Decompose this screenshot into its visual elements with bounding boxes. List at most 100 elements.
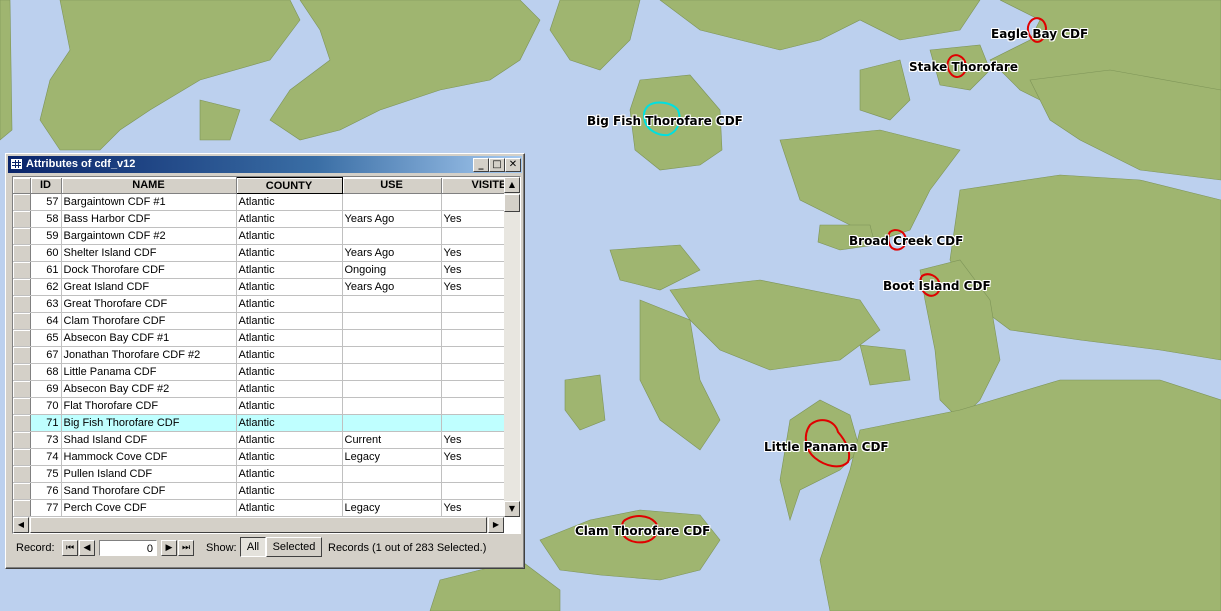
table-row[interactable]: 65 Absecon Bay CDF #1 Atlantic: [13, 329, 508, 347]
cell-visited[interactable]: Yes: [441, 244, 508, 262]
table-row[interactable]: 67 Jonathan Thorofare CDF #2 Atlantic: [13, 346, 508, 364]
cell-id[interactable]: 70: [30, 397, 62, 415]
scroll-left-arrow-icon[interactable]: ◀: [13, 517, 29, 533]
row-selector[interactable]: [13, 465, 31, 483]
cell-county[interactable]: Atlantic: [236, 363, 343, 381]
cell-visited[interactable]: [441, 295, 508, 313]
cell-visited[interactable]: Yes: [441, 278, 508, 296]
close-button[interactable]: ✕: [505, 158, 521, 172]
cell-name[interactable]: Shelter Island CDF: [61, 244, 237, 262]
cell-use[interactable]: [342, 414, 442, 432]
table-row[interactable]: 74 Hammock Cove CDF Atlantic Legacy Yes: [13, 448, 508, 466]
cell-county[interactable]: Atlantic: [236, 244, 343, 262]
row-selector[interactable]: [13, 295, 31, 313]
table-row[interactable]: 62 Great Island CDF Atlantic Years Ago Yes: [13, 278, 508, 296]
cell-use[interactable]: [342, 193, 442, 211]
row-selector[interactable]: [13, 227, 31, 245]
cell-visited[interactable]: Yes: [441, 261, 508, 279]
cell-id[interactable]: 75: [30, 465, 62, 483]
cell-id[interactable]: 60: [30, 244, 62, 262]
cell-name[interactable]: Bass Harbor CDF: [61, 210, 237, 228]
row-selector[interactable]: [13, 414, 31, 432]
cell-id[interactable]: 61: [30, 261, 62, 279]
cell-id[interactable]: 62: [30, 278, 62, 296]
last-record-icon[interactable]: ⏭: [178, 540, 194, 556]
scroll-up-arrow-icon[interactable]: ▲: [504, 177, 520, 193]
column-header-name[interactable]: NAME: [61, 177, 237, 194]
column-header-id[interactable]: ID: [30, 177, 62, 194]
cell-use[interactable]: [342, 295, 442, 313]
cell-name[interactable]: Hammock Cove CDF: [61, 448, 237, 466]
cell-name[interactable]: Little Panama CDF: [61, 363, 237, 381]
cell-visited[interactable]: [441, 380, 508, 398]
vertical-scrollbar[interactable]: ▲ ▼: [504, 177, 520, 517]
cell-county[interactable]: Atlantic: [236, 295, 343, 313]
cell-id[interactable]: 76: [30, 482, 62, 500]
cell-use[interactable]: [342, 346, 442, 364]
cell-use[interactable]: [342, 363, 442, 381]
row-selector[interactable]: [13, 431, 31, 449]
row-selector[interactable]: [13, 193, 31, 211]
cell-visited[interactable]: Yes: [441, 210, 508, 228]
cell-visited[interactable]: [441, 329, 508, 347]
cell-county[interactable]: Atlantic: [236, 261, 343, 279]
cell-id[interactable]: 67: [30, 346, 62, 364]
cell-id[interactable]: 71: [30, 414, 62, 432]
cell-visited[interactable]: [441, 397, 508, 415]
first-record-icon[interactable]: ⏮: [62, 540, 78, 556]
cell-use[interactable]: [342, 312, 442, 330]
row-selector[interactable]: [13, 397, 31, 415]
cell-county[interactable]: Atlantic: [236, 380, 343, 398]
horizontal-scrollbar[interactable]: ◀ ▶: [13, 517, 504, 533]
cell-name[interactable]: Flat Thorofare CDF: [61, 397, 237, 415]
cell-use[interactable]: Years Ago: [342, 210, 442, 228]
cell-county[interactable]: Atlantic: [236, 346, 343, 364]
row-selector[interactable]: [13, 482, 31, 500]
cell-use[interactable]: Ongoing: [342, 261, 442, 279]
window-titlebar[interactable]: Attributes of cdf_v12 _ □ ✕: [8, 156, 522, 173]
record-number-input[interactable]: 0: [99, 540, 157, 556]
cell-id[interactable]: 69: [30, 380, 62, 398]
table-row[interactable]: 77 Perch Cove CDF Atlantic Legacy Yes: [13, 499, 508, 517]
row-selector[interactable]: [13, 448, 31, 466]
cell-use[interactable]: [342, 465, 442, 483]
row-selector[interactable]: [13, 363, 31, 381]
table-row[interactable]: 64 Clam Thorofare CDF Atlantic: [13, 312, 508, 330]
table-row[interactable]: 68 Little Panama CDF Atlantic: [13, 363, 508, 381]
cell-visited[interactable]: [441, 312, 508, 330]
cell-id[interactable]: 59: [30, 227, 62, 245]
table-row[interactable]: 75 Pullen Island CDF Atlantic: [13, 465, 508, 483]
cell-county[interactable]: Atlantic: [236, 329, 343, 347]
cell-county[interactable]: Atlantic: [236, 414, 343, 432]
row-selector-header[interactable]: [13, 177, 31, 194]
cell-county[interactable]: Atlantic: [236, 227, 343, 245]
cell-visited[interactable]: [441, 227, 508, 245]
minimize-button[interactable]: _: [473, 158, 489, 172]
cell-use[interactable]: [342, 482, 442, 500]
cell-visited[interactable]: Yes: [441, 499, 508, 517]
cell-use[interactable]: [342, 397, 442, 415]
cell-name[interactable]: Great Thorofare CDF: [61, 295, 237, 313]
table-row[interactable]: 70 Flat Thorofare CDF Atlantic: [13, 397, 508, 415]
table-row[interactable]: 57 Bargaintown CDF #1 Atlantic: [13, 193, 508, 211]
table-row[interactable]: 69 Absecon Bay CDF #2 Atlantic: [13, 380, 508, 398]
maximize-button[interactable]: □: [489, 158, 505, 172]
cell-visited[interactable]: [441, 363, 508, 381]
cell-id[interactable]: 65: [30, 329, 62, 347]
cell-name[interactable]: Sand Thorofare CDF: [61, 482, 237, 500]
table-row[interactable]: 63 Great Thorofare CDF Atlantic: [13, 295, 508, 313]
cell-id[interactable]: 74: [30, 448, 62, 466]
cell-county[interactable]: Atlantic: [236, 482, 343, 500]
column-header-visited[interactable]: VISITE: [441, 177, 508, 194]
cell-id[interactable]: 57: [30, 193, 62, 211]
row-selector[interactable]: [13, 312, 31, 330]
cell-name[interactable]: Clam Thorofare CDF: [61, 312, 237, 330]
cell-county[interactable]: Atlantic: [236, 499, 343, 517]
cell-id[interactable]: 64: [30, 312, 62, 330]
row-selector[interactable]: [13, 244, 31, 262]
show-selected-button[interactable]: Selected: [266, 537, 322, 557]
cell-id[interactable]: 77: [30, 499, 62, 517]
table-row[interactable]: 71 Big Fish Thorofare CDF Atlantic: [13, 414, 508, 432]
cell-use[interactable]: Years Ago: [342, 244, 442, 262]
cell-county[interactable]: Atlantic: [236, 278, 343, 296]
